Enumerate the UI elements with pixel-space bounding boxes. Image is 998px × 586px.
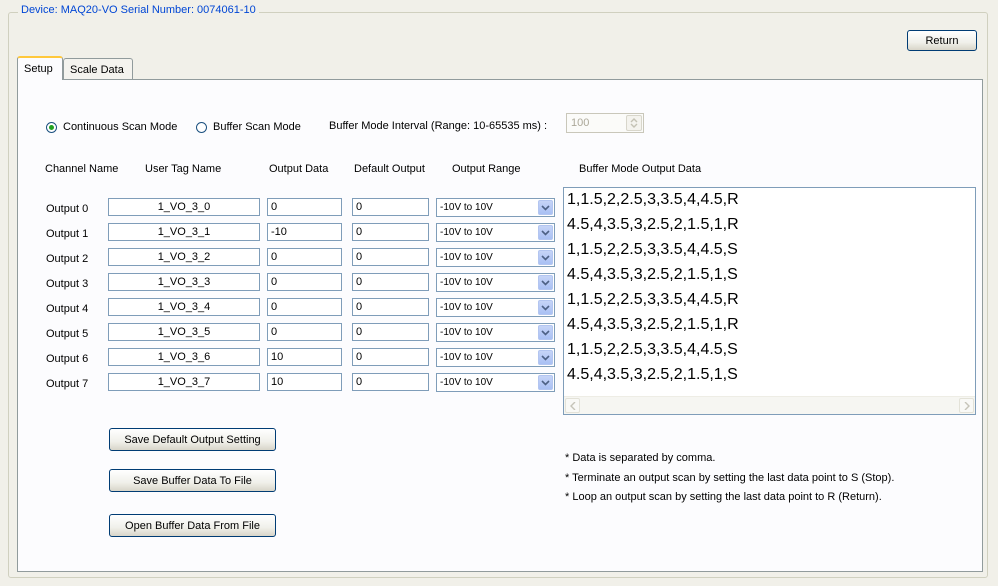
output-range-value: -10V to 10V bbox=[440, 202, 493, 213]
default-output-input[interactable]: 0 bbox=[352, 348, 429, 366]
return-button[interactable]: Return bbox=[907, 30, 977, 51]
scroll-right-icon[interactable] bbox=[959, 398, 974, 413]
tab-scale-data-label: Scale Data bbox=[70, 63, 124, 76]
channel-name: Output 2 bbox=[46, 253, 89, 265]
chevron-down-icon[interactable] bbox=[538, 325, 553, 340]
output-data-input[interactable]: 10 bbox=[267, 348, 342, 366]
output-range-select[interactable]: -10V to 10V bbox=[436, 348, 555, 367]
channel-name: Output 1 bbox=[46, 228, 89, 240]
tab-setup[interactable]: Setup bbox=[17, 56, 63, 80]
save-default-output-button[interactable]: Save Default Output Setting bbox=[109, 428, 276, 451]
output-data-input[interactable]: 0 bbox=[267, 323, 342, 341]
note-comma: * Data is separated by comma. bbox=[565, 452, 716, 464]
buffer-data-textbox[interactable]: 1,1.5,2,2.5,3,3.5,4,4.5,R 4.5,4,3.5,3,2.5… bbox=[563, 187, 976, 415]
spinner-arrows-icon[interactable] bbox=[626, 115, 642, 131]
channel-name: Output 5 bbox=[46, 328, 89, 340]
default-output-input[interactable]: 0 bbox=[352, 223, 429, 241]
output-data-input[interactable]: -10 bbox=[267, 223, 342, 241]
output-data-input[interactable]: 0 bbox=[267, 198, 342, 216]
buffer-scan-radio[interactable]: Buffer Scan Mode bbox=[196, 121, 301, 133]
chevron-down-icon[interactable] bbox=[538, 225, 553, 240]
chevron-down-icon[interactable] bbox=[538, 300, 553, 315]
buffer-scan-label: Buffer Scan Mode bbox=[213, 121, 301, 133]
buffer-interval-label: Buffer Mode Interval (Range: 10-65535 ms… bbox=[329, 120, 548, 132]
output-range-select[interactable]: -10V to 10V bbox=[436, 223, 555, 242]
output-range-select[interactable]: -10V to 10V bbox=[436, 248, 555, 267]
user-tag-input[interactable]: 1_VO_3_3 bbox=[108, 273, 260, 291]
default-output-input[interactable]: 0 bbox=[352, 298, 429, 316]
user-tag-input[interactable]: 1_VO_3_7 bbox=[108, 373, 260, 391]
continuous-scan-label: Continuous Scan Mode bbox=[63, 121, 178, 133]
channel-name: Output 7 bbox=[46, 378, 89, 390]
channel-name-header: Channel Name bbox=[45, 163, 119, 175]
chevron-down-icon[interactable] bbox=[538, 350, 553, 365]
default-output-input[interactable]: 0 bbox=[352, 248, 429, 266]
user-tag-input[interactable]: 1_VO_3_1 bbox=[108, 223, 260, 241]
buffer-line: 4.5,4,3.5,3,2.5,2,1.5,1,R bbox=[567, 216, 739, 233]
user-tag-header: User Tag Name bbox=[145, 163, 222, 175]
buffer-line: 1,1.5,2,2.5,3,3.5,4,4.5,S bbox=[567, 241, 738, 258]
output-data-input[interactable]: 0 bbox=[267, 248, 342, 266]
horizontal-scrollbar[interactable] bbox=[564, 396, 975, 414]
open-buffer-data-button[interactable]: Open Buffer Data From File bbox=[109, 514, 276, 537]
output-range-value: -10V to 10V bbox=[440, 252, 493, 263]
continuous-scan-radio[interactable]: Continuous Scan Mode bbox=[46, 121, 177, 133]
buffer-line: 4.5,4,3.5,3,2.5,2,1.5,1,S bbox=[567, 266, 738, 283]
radio-selected-icon bbox=[46, 121, 57, 133]
buffer-line: 4.5,4,3.5,3,2.5,2,1.5,1,R bbox=[567, 316, 739, 333]
output-range-select[interactable]: -10V to 10V bbox=[436, 198, 555, 217]
default-output-input[interactable]: 0 bbox=[352, 273, 429, 291]
buffer-line: 1,1.5,2,2.5,3,3.5,4,4.5,R bbox=[567, 191, 739, 208]
buffer-line: 4.5,4,3.5,3,2.5,2,1.5,1,S bbox=[567, 366, 738, 383]
buffer-line: 1,1.5,2,2.5,3,3.5,4,4.5,S bbox=[567, 341, 738, 358]
output-range-select[interactable]: -10V to 10V bbox=[436, 273, 555, 292]
chevron-down-icon[interactable] bbox=[538, 275, 553, 290]
save-buffer-data-button[interactable]: Save Buffer Data To File bbox=[109, 469, 276, 492]
user-tag-input[interactable]: 1_VO_3_4 bbox=[108, 298, 260, 316]
chevron-down-icon[interactable] bbox=[538, 200, 553, 215]
output-range-select[interactable]: -10V to 10V bbox=[436, 373, 555, 392]
output-range-value: -10V to 10V bbox=[440, 302, 493, 313]
tab-scale-data[interactable]: Scale Data bbox=[63, 58, 133, 80]
channel-name: Output 6 bbox=[46, 353, 89, 365]
default-output-header: Default Output bbox=[354, 163, 425, 175]
note-return: * Loop an output scan by setting the las… bbox=[565, 491, 882, 503]
output-range-select[interactable]: -10V to 10V bbox=[436, 323, 555, 342]
default-output-input[interactable]: 0 bbox=[352, 373, 429, 391]
channel-name: Output 4 bbox=[46, 303, 89, 315]
output-range-value: -10V to 10V bbox=[440, 277, 493, 288]
output-range-value: -10V to 10V bbox=[440, 227, 493, 238]
buffer-line: 1,1.5,2,2.5,3,3.5,4,4.5,R bbox=[567, 291, 739, 308]
output-range-value: -10V to 10V bbox=[440, 377, 493, 388]
default-output-input[interactable]: 0 bbox=[352, 198, 429, 216]
radio-unselected-icon bbox=[196, 121, 207, 133]
buffer-interval-value: 100 bbox=[571, 117, 590, 129]
output-range-select[interactable]: -10V to 10V bbox=[436, 298, 555, 317]
output-range-header: Output Range bbox=[452, 163, 521, 175]
user-tag-input[interactable]: 1_VO_3_2 bbox=[108, 248, 260, 266]
output-data-input[interactable]: 0 bbox=[267, 298, 342, 316]
channel-name: Output 3 bbox=[46, 278, 89, 290]
buffer-interval-spinner[interactable]: 100 bbox=[566, 113, 644, 133]
output-range-value: -10V to 10V bbox=[440, 352, 493, 363]
scroll-left-icon[interactable] bbox=[565, 398, 580, 413]
tab-setup-label: Setup bbox=[24, 63, 53, 75]
chevron-down-icon[interactable] bbox=[538, 375, 553, 390]
chevron-down-icon[interactable] bbox=[538, 250, 553, 265]
output-range-value: -10V to 10V bbox=[440, 327, 493, 338]
buffer-data-header: Buffer Mode Output Data bbox=[579, 163, 702, 175]
output-data-input[interactable]: 10 bbox=[267, 373, 342, 391]
user-tag-input[interactable]: 1_VO_3_5 bbox=[108, 323, 260, 341]
user-tag-input[interactable]: 1_VO_3_0 bbox=[108, 198, 260, 216]
user-tag-input[interactable]: 1_VO_3_6 bbox=[108, 348, 260, 366]
output-data-header: Output Data bbox=[269, 163, 329, 175]
device-legend: Device: MAQ20-VO Serial Number: 0074061-… bbox=[18, 4, 259, 16]
channel-name: Output 0 bbox=[46, 203, 89, 215]
output-data-input[interactable]: 0 bbox=[267, 273, 342, 291]
note-stop: * Terminate an output scan by setting th… bbox=[565, 472, 895, 484]
default-output-input[interactable]: 0 bbox=[352, 323, 429, 341]
